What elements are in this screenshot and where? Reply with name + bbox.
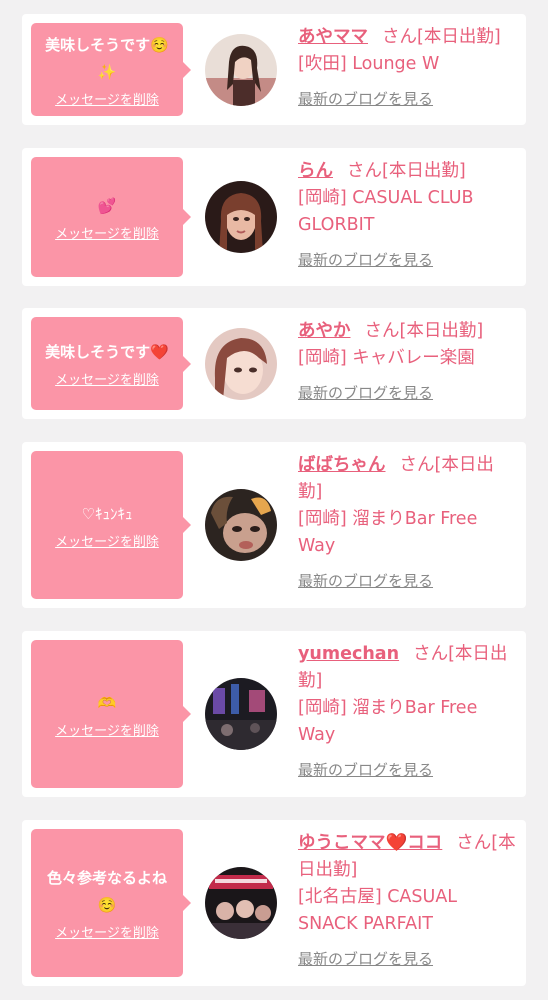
avatar[interactable] — [205, 678, 277, 750]
shop-name: [岡崎] キャバレー楽園 — [298, 348, 475, 368]
list-item: 💕 メッセージを削除 らん さん[本日出勤] [岡崎] CASUAL CLUB G… — [22, 148, 526, 286]
message-bubble: 色々参考なるよね☺️ メッセージを削除 — [31, 829, 191, 977]
delete-message-link[interactable]: メッセージを削除 — [55, 89, 159, 108]
latest-blog-link[interactable]: 最新のブログを見る — [298, 759, 518, 781]
shop-name: [岡崎] CASUAL CLUB GLORBIT — [298, 188, 474, 235]
list-item: 美味しそうです☺️✨ メッセージを削除 あやママ さん[本日出勤] [吹田] Lo… — [22, 14, 526, 125]
list-item: ♡ｷｭﾝｷｭ メッセージを削除 ばばちゃん さん[本日出勤] [岡崎] 溜まりBa… — [22, 442, 526, 608]
avatar[interactable] — [205, 34, 277, 106]
avatar[interactable] — [205, 867, 277, 939]
cast-status: さん[本日出勤] — [347, 161, 466, 181]
message-bubble: 美味しそうです❤️ メッセージを削除 — [31, 317, 191, 410]
cast-name-link[interactable]: yumechan — [298, 644, 399, 664]
avatar[interactable] — [205, 489, 277, 561]
cast-name-link[interactable]: あやママ — [298, 27, 368, 47]
list-item: 🫶 メッセージを削除 yumechan さん[本日出勤] [岡崎] 溜まりBar … — [22, 631, 526, 797]
latest-blog-link[interactable]: 最新のブログを見る — [298, 948, 518, 970]
delete-message-link[interactable]: メッセージを削除 — [55, 922, 159, 941]
shop-name: [岡崎] 溜まりBar Free Way — [298, 698, 478, 745]
message-list: 美味しそうです☺️✨ メッセージを削除 あやママ さん[本日出勤] [吹田] Lo… — [0, 0, 548, 1000]
list-item: 色々参考なるよね☺️ メッセージを削除 ゆうこママ❤️ココ さん[本日出勤] [北… — [22, 820, 526, 986]
message-bubble: 🫶 メッセージを削除 — [31, 640, 191, 788]
shop-name: [吹田] Lounge W — [298, 54, 440, 74]
cast-name-link[interactable]: ゆうこママ❤️ココ — [298, 833, 442, 853]
delete-message-link[interactable]: メッセージを削除 — [55, 531, 159, 550]
avatar[interactable] — [205, 328, 277, 400]
latest-blog-link[interactable]: 最新のブログを見る — [298, 88, 518, 110]
cast-name-link[interactable]: ばばちゃん — [298, 455, 386, 475]
avatar[interactable] — [205, 181, 277, 253]
cast-info: らん さん[本日出勤] [岡崎] CASUAL CLUB GLORBIT 最新のブ… — [298, 158, 518, 271]
message-bubble: ♡ｷｭﾝｷｭ メッセージを削除 — [31, 451, 191, 599]
message-text: 色々参考なるよね☺️ — [46, 869, 167, 914]
message-bubble: 💕 メッセージを削除 — [31, 157, 191, 277]
latest-blog-link[interactable]: 最新のブログを見る — [298, 249, 518, 271]
cast-name-link[interactable]: らん — [298, 161, 333, 181]
message-text: 美味しそうです☺️✨ — [45, 35, 169, 81]
cast-status: さん[本日出勤] — [382, 27, 501, 47]
latest-blog-link[interactable]: 最新のブログを見る — [298, 570, 518, 592]
message-text: 🫶 — [97, 693, 117, 712]
cast-info: ばばちゃん さん[本日出勤] [岡崎] 溜まりBar Free Way 最新のブロ… — [298, 452, 518, 592]
delete-message-link[interactable]: メッセージを削除 — [55, 720, 159, 739]
cast-info: あやか さん[本日出勤] [岡崎] キャバレー楽園 最新のブログを見る — [298, 318, 518, 404]
latest-blog-link[interactable]: 最新のブログを見る — [298, 382, 518, 404]
cast-info: あやママ さん[本日出勤] [吹田] Lounge W 最新のブログを見る — [298, 24, 518, 110]
shop-name: [北名古屋] CASUAL SNACK PARFAIT — [298, 887, 458, 934]
cast-name-link[interactable]: あやか — [298, 321, 351, 341]
message-text: ♡ｷｭﾝｷｭ — [81, 504, 133, 523]
delete-message-link[interactable]: メッセージを削除 — [55, 223, 159, 242]
cast-info: yumechan さん[本日出勤] [岡崎] 溜まりBar Free Way 最新… — [298, 641, 518, 781]
list-item: 美味しそうです❤️ メッセージを削除 あやか さん[本日出勤] [岡崎] キャバレ… — [22, 308, 526, 419]
delete-message-link[interactable]: メッセージを削除 — [55, 369, 159, 388]
cast-info: ゆうこママ❤️ココ さん[本日出勤] [北名古屋] CASUAL SNACK PA… — [298, 830, 518, 970]
message-text: 美味しそうです❤️ — [45, 343, 169, 361]
message-text: 💕 — [97, 196, 117, 215]
message-bubble: 美味しそうです☺️✨ メッセージを削除 — [31, 23, 191, 116]
cast-status: さん[本日出勤] — [364, 321, 484, 341]
shop-name: [岡崎] 溜まりBar Free Way — [298, 509, 478, 556]
